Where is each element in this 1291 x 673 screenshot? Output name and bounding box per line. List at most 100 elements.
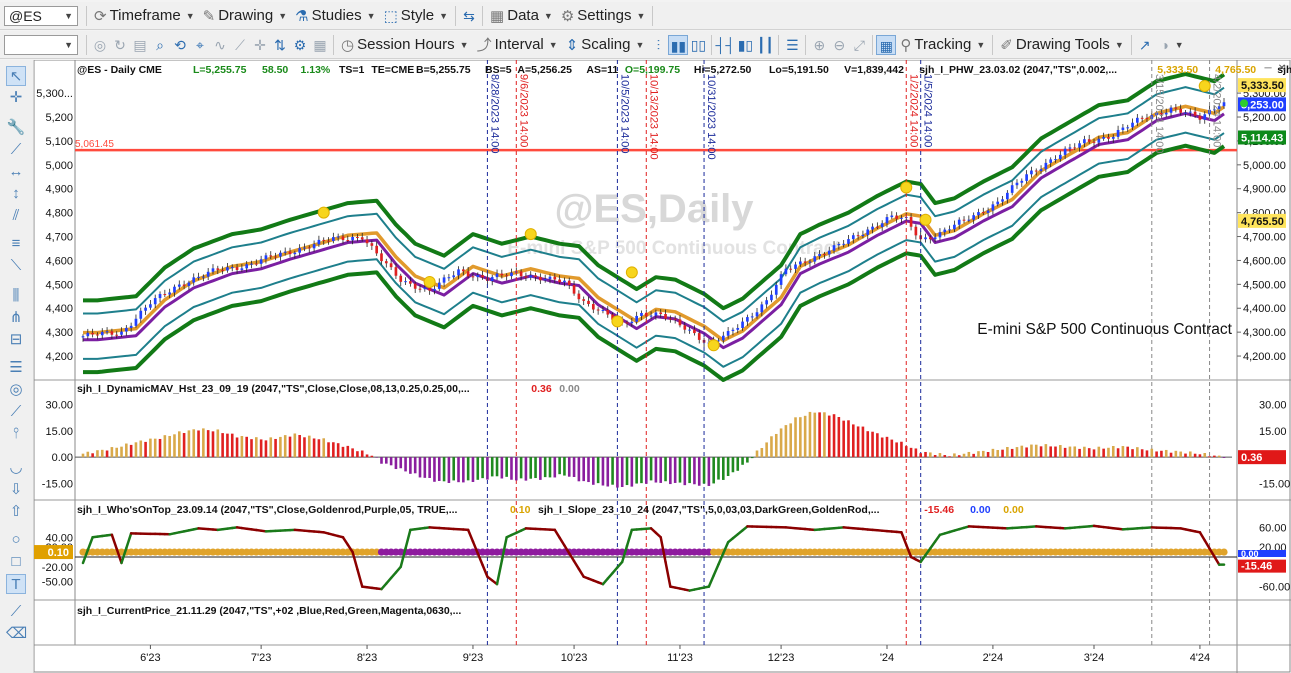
hollow-candle-icon[interactable]: ▯▯ (688, 35, 708, 55)
candle-body (356, 236, 359, 238)
ohlc-icon[interactable]: ┤┤ (715, 35, 735, 55)
arrow-down-icon[interactable]: ⇩ (6, 480, 26, 500)
andrews-pitchfork-icon[interactable]: ⋔ (6, 308, 26, 328)
close-icon[interactable]: ✕ (1276, 64, 1288, 75)
refresh-icon[interactable]: ◎ (90, 35, 110, 55)
horizontal-line-icon[interactable]: ↔ (6, 162, 26, 182)
candle-body (548, 276, 552, 280)
candle-body (933, 237, 937, 240)
scaling-menu[interactable]: ⇕ Scaling ▼ (562, 34, 649, 56)
status-field: O=5,199.75 (625, 64, 680, 76)
timeframe-menu[interactable]: ⟳ Timeframe ▼ (90, 5, 199, 27)
candle-body (149, 304, 152, 308)
grid-icon[interactable]: ▦ (310, 35, 330, 55)
candle-body (380, 253, 383, 262)
cycle-lines-icon[interactable]: ◎ (6, 380, 26, 400)
oscillator-dot (1220, 548, 1228, 556)
toolbar-divider (86, 5, 87, 26)
toolbar-divider (872, 34, 874, 55)
trend-icon[interactable]: ↗ (1135, 35, 1155, 55)
candle-body (360, 237, 364, 240)
candle-body (794, 264, 797, 269)
fibonacci-icon[interactable]: ≡ (6, 234, 26, 254)
candlestick-icon[interactable]: ▮▮ (668, 34, 689, 55)
trendline-icon[interactable]: ⟋ (6, 140, 26, 160)
speed-lines-icon[interactable]: ⟋ (6, 402, 26, 422)
regression-icon[interactable]: ⊟ (6, 330, 26, 350)
chevron-down-icon: ▼ (64, 39, 73, 50)
interval-menu[interactable]: ⤴ Interval ▼ (473, 34, 562, 56)
rectangle-icon[interactable]: □ (6, 552, 26, 572)
candle-body (490, 277, 494, 281)
candle-body (885, 217, 889, 224)
candle-body (384, 261, 388, 264)
settings-menu[interactable]: ⚙ Settings ▼ (557, 5, 650, 27)
chart-svg[interactable]: @ES,Daily E-mini S&P 500 Continuous Contr… (34, 60, 1291, 673)
bar-ranges-icon[interactable]: ┃┃ (755, 35, 775, 55)
candle-body (726, 331, 730, 336)
chart-options-icon[interactable]: ◑ (1155, 35, 1175, 55)
candle-body (1198, 115, 1202, 120)
channel-icon[interactable]: ⫽ (6, 206, 26, 226)
retracement-icon[interactable]: ⫯ (6, 424, 26, 444)
vertical-line-icon[interactable]: ↕ (6, 184, 26, 204)
arrow-up-icon[interactable]: ⇧ (6, 502, 26, 522)
oscillator-tag-text: 0.00 (1241, 549, 1259, 559)
candle-body (813, 256, 817, 262)
drawing-menu[interactable]: ✎ Drawing ▼ (199, 5, 292, 27)
pointer-icon[interactable]: ↖ (6, 66, 26, 86)
candle-body (601, 309, 605, 311)
studies-menu[interactable]: ⚗ Studies ▼ (291, 5, 379, 27)
candle-body (476, 275, 480, 278)
delete-drawing-icon[interactable]: ⌫ (6, 624, 27, 644)
crosshair-icon[interactable]: ✛ (250, 35, 270, 55)
symbol-combo[interactable]: @ES ▼ (4, 5, 78, 26)
wrench-icon[interactable]: 🔧 (6, 118, 26, 138)
candle-body (163, 294, 167, 296)
gann-icon[interactable]: ⫼ (6, 286, 26, 306)
wave-icon[interactable]: ∿ (210, 35, 230, 55)
zoom-out-icon[interactable]: ⊖ (829, 35, 849, 55)
cycle-icon[interactable]: ⌖ (190, 35, 210, 55)
candle-body (447, 277, 451, 279)
table-icon[interactable]: ▤ (130, 35, 150, 55)
arc-icon[interactable]: ◡ (6, 458, 26, 478)
levels-icon[interactable]: ☰ (6, 358, 26, 378)
text-tool-icon[interactable]: T (6, 574, 26, 594)
zoom-fit-icon[interactable]: ⤢ (849, 35, 869, 55)
candle-body (847, 239, 850, 244)
panes-icon[interactable]: ☰ (782, 35, 802, 55)
candle-body (1131, 122, 1134, 128)
ellipse-icon[interactable]: ○ (6, 530, 26, 550)
candle-body (799, 261, 802, 265)
drawing-tools-menu[interactable]: ✐ Drawing Tools ▼ (996, 34, 1127, 56)
data-menu[interactable]: ▦ Data ▼ (486, 5, 557, 27)
reload-icon[interactable]: ↻ (110, 35, 130, 55)
sort-icon[interactable]: ⇅ (270, 35, 290, 55)
oscillator1-value: 0.10 (510, 504, 531, 516)
format-icon[interactable]: ⚙ (290, 35, 310, 55)
line-tool-icon[interactable]: ⟋ (6, 602, 26, 622)
candle-body (370, 243, 374, 246)
zoom-in-icon[interactable]: ⊕ (809, 35, 829, 55)
chart-window[interactable]: @ES,Daily E-mini S&P 500 Continuous Contr… (34, 60, 1291, 673)
crosshair-icon[interactable]: ✛ (6, 88, 26, 108)
candle-body (158, 294, 162, 299)
line-chart-icon[interactable]: ▮▯ (735, 35, 755, 55)
chevron-down-icon[interactable]: ▼ (1175, 40, 1184, 50)
tracking-menu[interactable]: ⚲ Tracking ▼ (896, 34, 989, 56)
interval-combo[interactable]: ▼ (4, 34, 78, 55)
search-chart-icon[interactable]: ⌕ (150, 35, 170, 55)
ray-icon[interactable]: ⟍ (6, 256, 26, 276)
candle-body (129, 325, 133, 328)
session-hours-menu[interactable]: ◷ Session Hours ▼ (337, 34, 473, 56)
bar-chart-icon[interactable]: ⫶ (648, 35, 668, 55)
histogram-left-tick: -15.00 (42, 478, 73, 490)
reset-icon[interactable]: ⟲ (170, 35, 190, 55)
link-windows-icon[interactable]: ⇆ (459, 6, 479, 26)
minimize-icon[interactable]: ─ (1262, 64, 1274, 75)
draw-line-icon[interactable]: ⟋ (230, 35, 250, 55)
style-menu[interactable]: ⬚ Style ▼ (380, 5, 452, 27)
candle-body (254, 263, 258, 265)
data-window-icon[interactable]: ▦ (876, 34, 897, 55)
